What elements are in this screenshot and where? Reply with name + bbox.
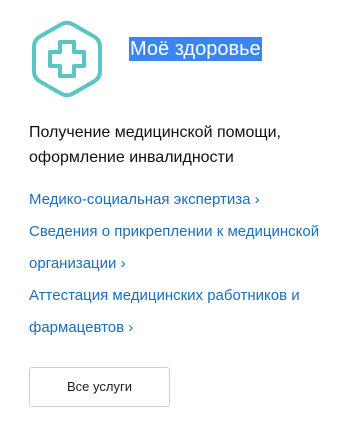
medical-social-expertise-link[interactable]: Медико-социальная экспертиза › bbox=[29, 184, 354, 216]
medical-cross-icon bbox=[31, 20, 103, 98]
health-category-card: Моё здоровье Получение медицинской помощ… bbox=[0, 0, 362, 423]
medical-workers-certification-link[interactable]: Аттестация медицинских работников и фарм… bbox=[29, 280, 354, 344]
list-item: Аттестация медицинских работников и фарм… bbox=[29, 280, 354, 344]
category-heading-line-2: оформление инвалидности bbox=[29, 149, 234, 166]
list-item: Сведения о прикреплении к медицинской ор… bbox=[29, 216, 354, 280]
service-links-list: Медико-социальная экспертиза › Сведения … bbox=[29, 184, 354, 344]
all-services-button[interactable]: Все услуги bbox=[29, 367, 170, 407]
category-title[interactable]: Моё здоровье bbox=[129, 37, 262, 61]
category-heading-line-1: Получение медицинской помощи, bbox=[29, 124, 281, 141]
category-heading: Получение медицинской помощи, оформление… bbox=[29, 120, 349, 170]
list-item: Медико-социальная экспертиза › bbox=[29, 184, 354, 216]
medical-organization-attachment-link[interactable]: Сведения о прикреплении к медицинской ор… bbox=[29, 216, 354, 280]
